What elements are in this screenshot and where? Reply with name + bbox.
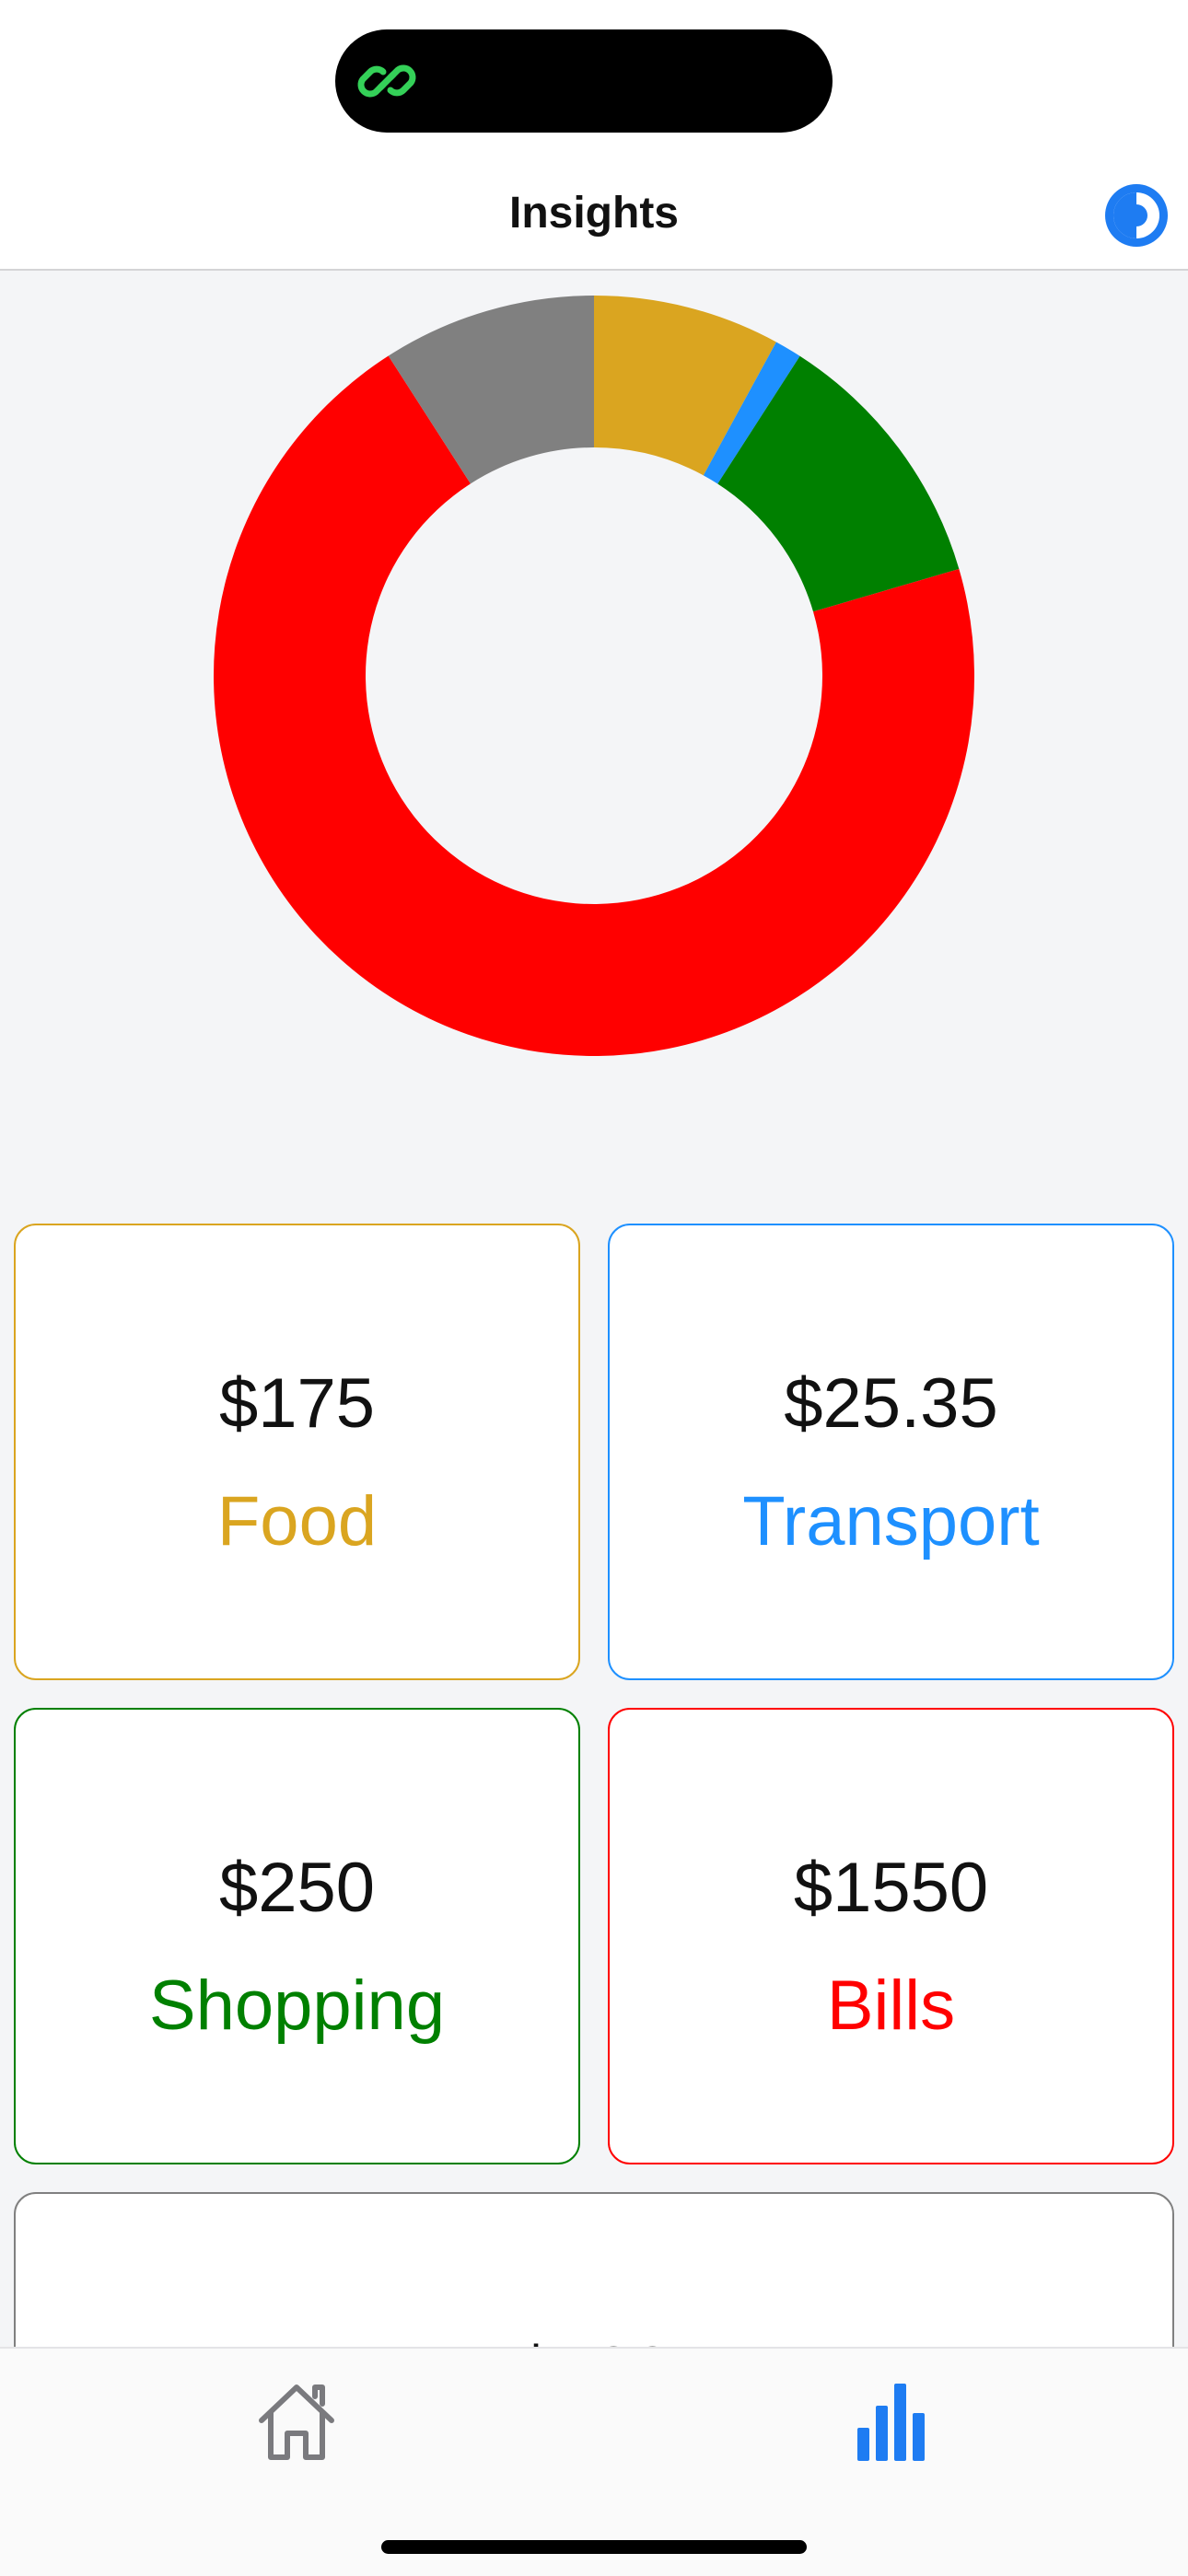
donut-chart (0, 271, 1188, 1099)
theme-toggle-icon[interactable] (1101, 180, 1171, 250)
dynamic-island (335, 29, 833, 133)
category-card-shopping[interactable]: $250 Shopping (14, 1708, 580, 2164)
card-label: Food (216, 1482, 378, 1561)
navigation-bar: Insights (0, 157, 1188, 271)
donut-chart-svg (214, 296, 975, 1056)
page-title: Insights (508, 189, 679, 238)
home-indicator (381, 2540, 807, 2554)
card-amount: $25.35 (784, 1364, 998, 1443)
bar-chart-icon[interactable] (835, 2367, 946, 2477)
card-label: Bills (826, 1967, 956, 2045)
home-icon[interactable] (241, 2367, 352, 2477)
card-amount: $250 (218, 1849, 376, 1927)
card-amount: $175 (218, 1364, 376, 1443)
card-amount: $1550 (793, 1849, 989, 1927)
insights-content: $175 Food $25.35 Transport $250 Shopping… (0, 271, 1188, 2347)
link-icon (357, 64, 416, 98)
category-card-other[interactable]: $200 (14, 2192, 1174, 2347)
category-card-transport[interactable]: $25.35 Transport (608, 1224, 1174, 1680)
category-card-food[interactable]: $175 Food (14, 1224, 580, 1680)
status-bar (0, 0, 1188, 157)
card-label: Transport (742, 1482, 1040, 1561)
card-label: Shopping (148, 1967, 446, 2045)
category-card-bills[interactable]: $1550 Bills (608, 1708, 1174, 2164)
card-amount: $200 (16, 2332, 1172, 2347)
